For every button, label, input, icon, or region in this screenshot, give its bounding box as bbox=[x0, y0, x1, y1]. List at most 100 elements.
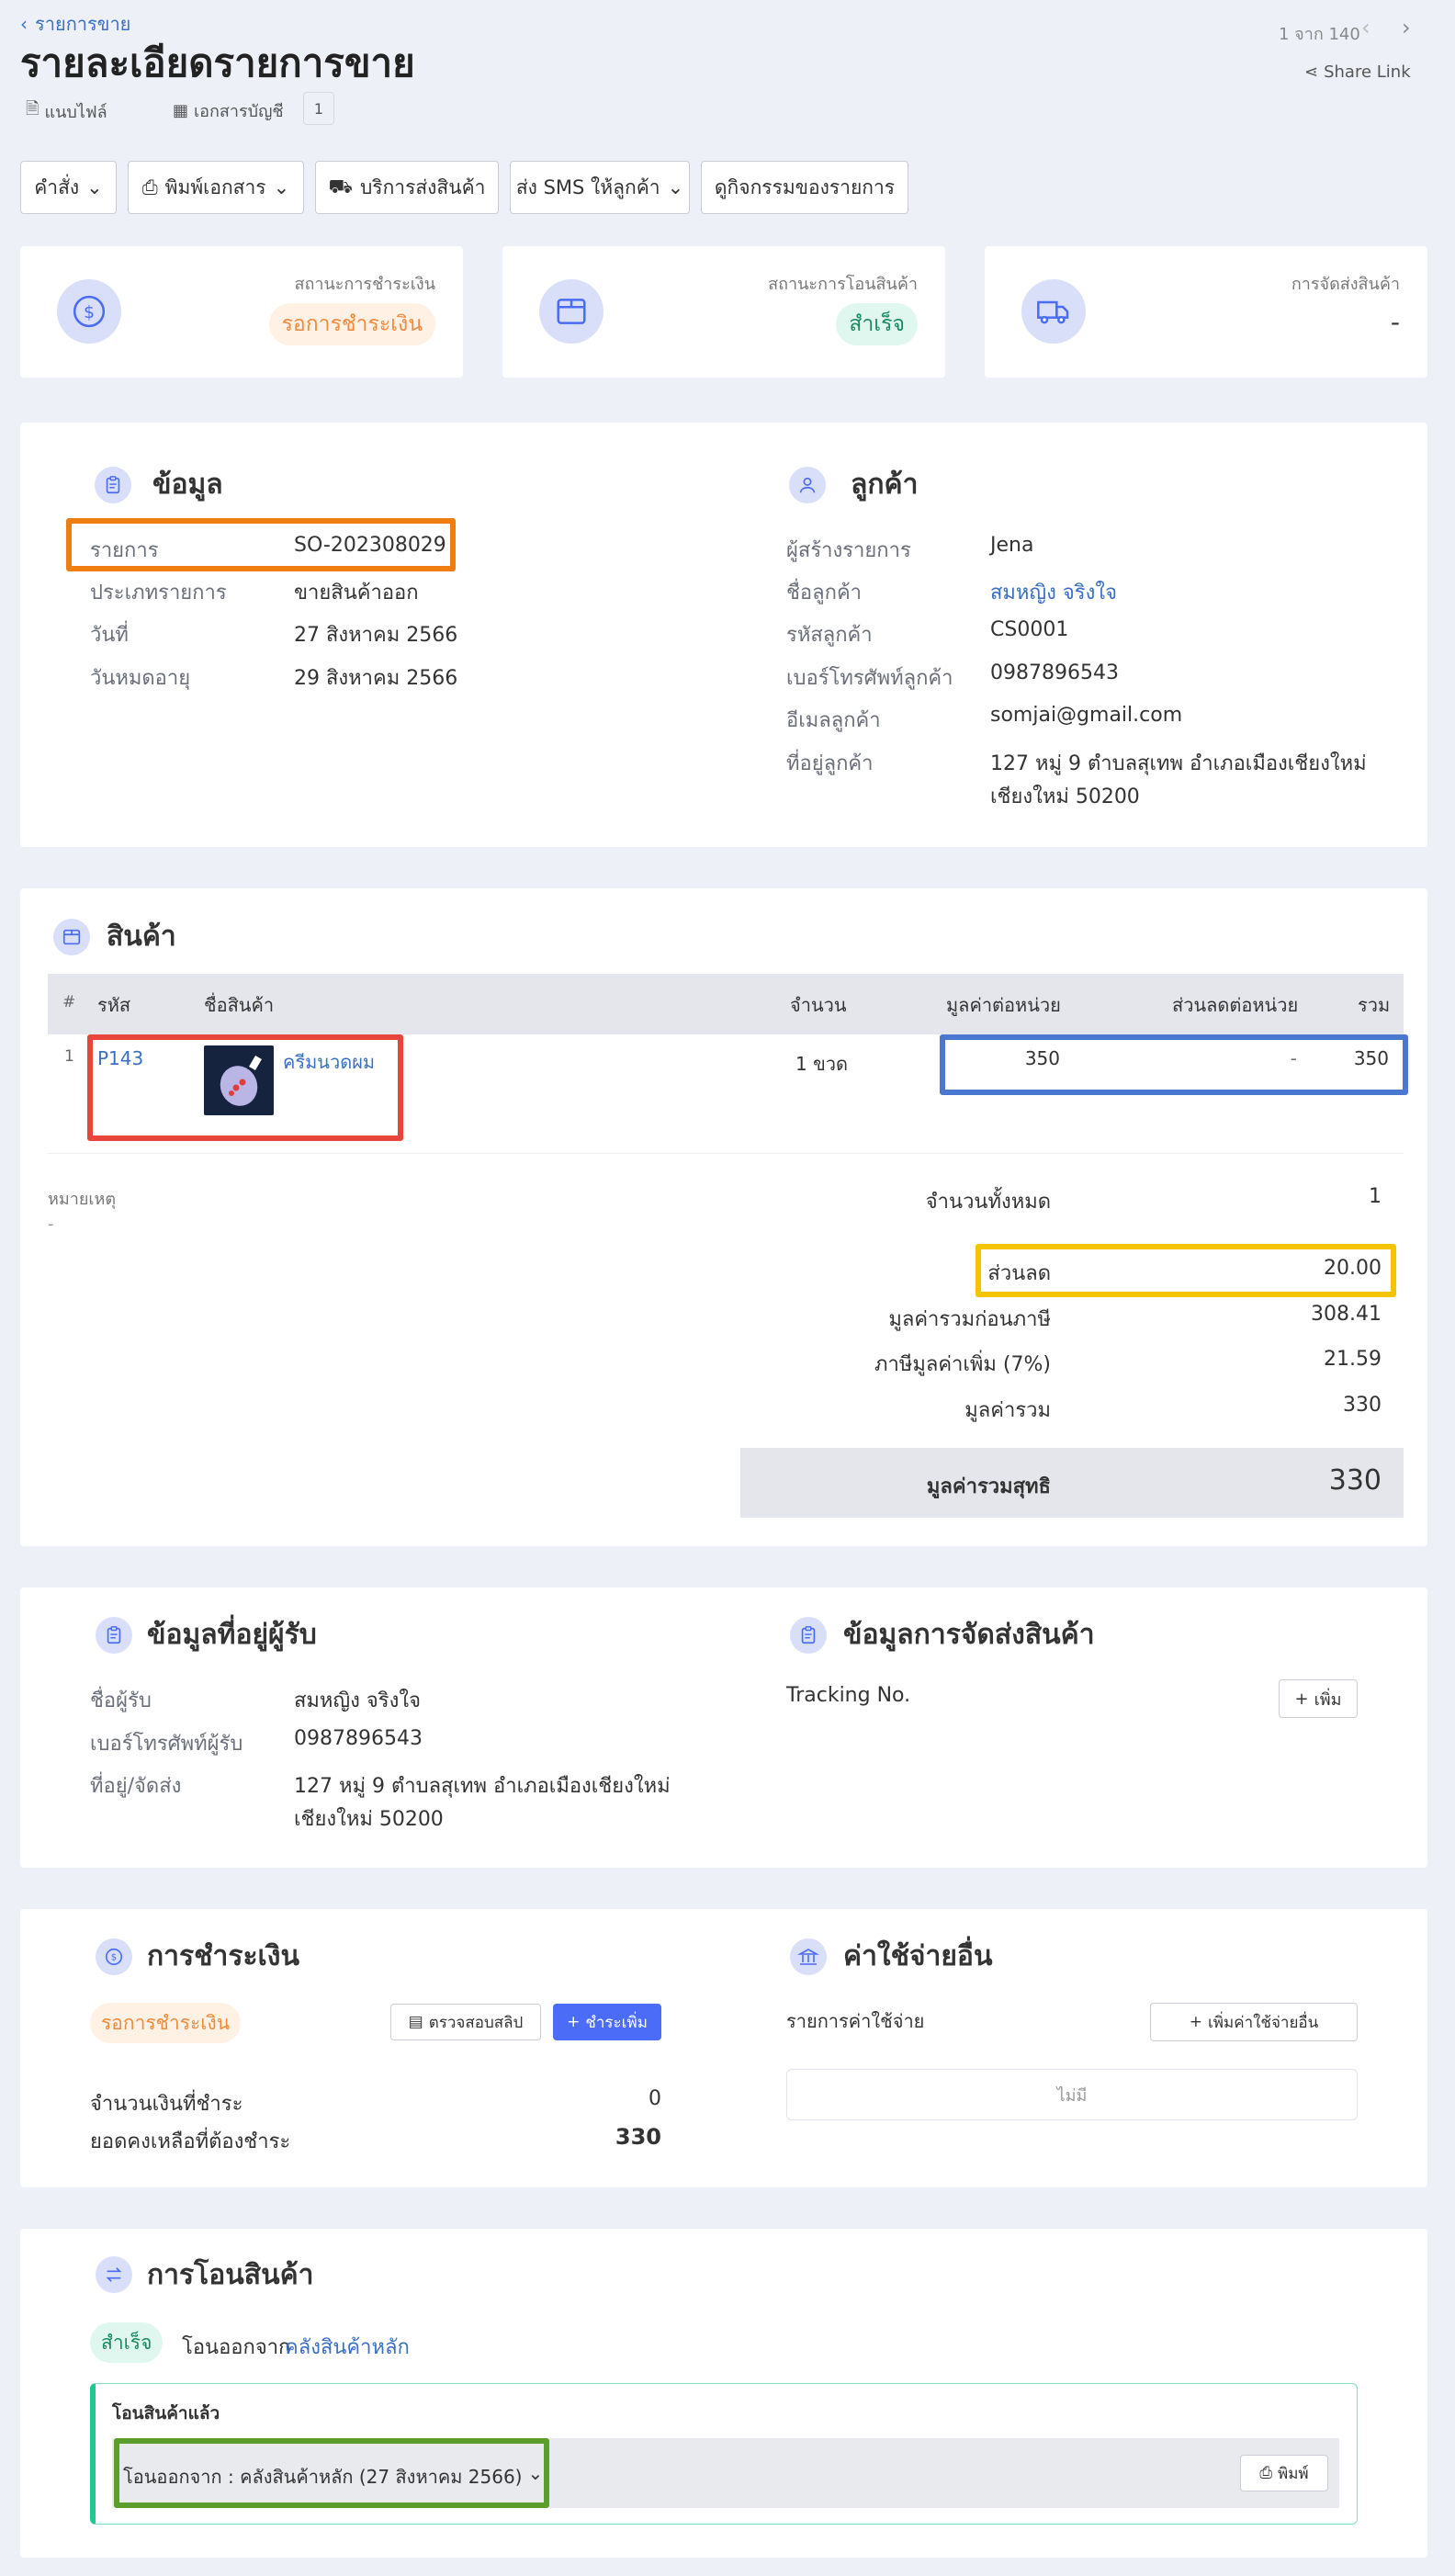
check-slip-button[interactable]: ▤ ตรวจสอบสลิป bbox=[390, 2004, 541, 2040]
summary-vat-label: ภาษีมูลค่าเพิ่ม (7%) bbox=[874, 1353, 1051, 1376]
attach-file-link[interactable]: 🗎 แนบไฟล์ bbox=[26, 97, 107, 125]
transfer-detail-toggle[interactable]: โอนออกจาก : คลังสินค้าหลัก (27 สิงหาคม 2… bbox=[123, 2462, 543, 2491]
info-type-label: ประเภทรายการ bbox=[90, 582, 227, 604]
transfer-status-label: สถานะการโอนสินค้า bbox=[768, 275, 918, 294]
transfer-status-badge-small: สำเร็จ bbox=[90, 2322, 164, 2363]
dollar-icon: $ bbox=[57, 279, 121, 344]
view-activity-button[interactable]: ดูกิจกรรมของรายการ bbox=[701, 161, 908, 214]
svg-text:$: $ bbox=[111, 1953, 117, 1963]
box-icon bbox=[53, 919, 90, 955]
file-icon: 🗎 bbox=[26, 99, 39, 119]
activity-label: ดูกิจกรรมของรายการ bbox=[714, 175, 896, 198]
customer-name-label: ชื่อลูกค้า bbox=[786, 582, 863, 604]
customer-name-link[interactable]: สมหญิง จริงใจ bbox=[990, 576, 1117, 608]
next-page-icon[interactable]: › bbox=[1402, 15, 1411, 40]
payment-status-badge-small: รอการชำระเงิน bbox=[90, 2003, 242, 2043]
plus-icon: + bbox=[567, 2013, 581, 2031]
print-label: พิมพ์เอกสาร bbox=[164, 175, 266, 198]
customer-email-label: อีเมลลูกค้า bbox=[786, 709, 881, 732]
summary-total-value: 330 bbox=[1343, 1394, 1382, 1417]
customer-creator-label: ผู้สร้างรายการ bbox=[786, 539, 911, 562]
info-date-value: 27 สิงหาคม 2566 bbox=[294, 624, 458, 647]
accounting-doc-link[interactable]: ▦ เอกสารบัญชี bbox=[173, 97, 284, 124]
truck-icon: ⛟ bbox=[328, 175, 353, 198]
summary-vat-value: 21.59 bbox=[1324, 1348, 1382, 1371]
summary-total-label: มูลค่ารวม bbox=[964, 1399, 1051, 1422]
summary-pretax-label: มูลค่ารวมก่อนภาษี bbox=[888, 1308, 1051, 1331]
share-link-label: Share Link bbox=[1324, 62, 1411, 82]
col-total: รวม bbox=[1358, 994, 1391, 1016]
expense-list-label: รายการค่าใช้จ่าย bbox=[786, 2010, 925, 2032]
col-code: รหัส bbox=[97, 994, 131, 1016]
plus-icon: + bbox=[1189, 2013, 1202, 2031]
col-index: # bbox=[62, 993, 76, 1011]
note-value: - bbox=[48, 1215, 54, 1234]
info-date-label: วันที่ bbox=[90, 624, 129, 647]
pay-more-button[interactable]: + ชำระเพิ่ม bbox=[553, 2004, 661, 2040]
send-sms-button[interactable]: ส่ง SMS ให้ลูกค้า ⌄ bbox=[510, 161, 690, 214]
expenses-title: ค่าใช้จ่ายอื่น bbox=[843, 1940, 993, 1972]
add-expense-button[interactable]: + เพิ่มค่าใช้จ่ายอื่น bbox=[1150, 2003, 1358, 2041]
row-index: 1 bbox=[64, 1047, 74, 1066]
dollar-icon: $ bbox=[96, 1938, 132, 1975]
shipping-service-button[interactable]: ⛟ บริการส่งสินค้า bbox=[315, 161, 499, 214]
page-title: รายละเอียดรายการขาย bbox=[20, 40, 415, 85]
transfer-status-badge: สำเร็จ bbox=[836, 303, 918, 345]
chevron-left-icon: ‹ bbox=[20, 13, 28, 35]
transfer-detail-text: โอนออกจาก : คลังสินค้าหลัก (27 สิงหาคม 2… bbox=[123, 2466, 523, 2488]
command-dropdown-button[interactable]: คำสั่ง ⌄ bbox=[20, 161, 117, 214]
sms-label: ส่ง SMS ให้ลูกค้า bbox=[515, 175, 660, 198]
customer-address-label: ที่อยู่ลูกค้า bbox=[786, 752, 874, 775]
shipping-status-label: การจัดส่งสินค้า bbox=[1291, 275, 1400, 294]
net-total-value: 330 bbox=[1328, 1464, 1382, 1497]
chevron-down-icon: ⌄ bbox=[86, 176, 103, 198]
check-slip-label: ตรวจสอบสลิป bbox=[428, 2013, 524, 2032]
accounting-doc-label: เอกสารบัญชี bbox=[194, 102, 284, 121]
chevron-down-icon: ⌄ bbox=[273, 176, 290, 198]
add-tracking-button[interactable]: + เพิ่ม bbox=[1279, 1679, 1358, 1718]
transfer-status-card: สถานะการโอนสินค้า สำเร็จ bbox=[502, 246, 945, 378]
product-code-link[interactable]: P143 bbox=[97, 1047, 143, 1069]
info-order-value: SO-202308029 bbox=[294, 534, 446, 557]
customer-creator-value: Jena bbox=[990, 534, 1034, 557]
transfer-title: การโอนสินค้า bbox=[147, 2259, 314, 2291]
customer-email-value: somjai@gmail.com bbox=[990, 704, 1183, 727]
payment-status-badge: รอการชำระเงิน bbox=[268, 303, 435, 345]
expense-empty-text: ไม่มี bbox=[1056, 2085, 1088, 2106]
info-title: ข้อมูล bbox=[152, 469, 223, 501]
shipping-label: บริการส่งสินค้า bbox=[359, 175, 486, 198]
swap-icon bbox=[96, 2256, 132, 2293]
summary-count-value: 1 bbox=[1369, 1185, 1382, 1208]
document-icon: ▤ bbox=[408, 2013, 423, 2031]
info-type-value: ขายสินค้าออก bbox=[294, 582, 419, 604]
customer-title: ลูกค้า bbox=[851, 469, 919, 501]
share-link-button[interactable]: ⋖ Share Link bbox=[1304, 62, 1411, 82]
print-transfer-button[interactable]: ⎙ พิมพ์ bbox=[1240, 2455, 1328, 2491]
recipient-address-line2: เชียงใหม่ 50200 bbox=[294, 1808, 444, 1831]
shipping-status-value: - bbox=[1390, 307, 1400, 337]
pager-text: 1 จาก 140 bbox=[1279, 25, 1360, 44]
customer-phone-value: 0987896543 bbox=[990, 661, 1119, 684]
info-customer-card bbox=[20, 423, 1427, 847]
col-discount: ส่วนลดต่อหน่วย bbox=[1172, 994, 1299, 1016]
tracking-label: Tracking No. bbox=[786, 1684, 911, 1707]
recipient-name-label: ชื่อผู้รับ bbox=[90, 1689, 152, 1712]
payment-status-label: สถานะการชำระเงิน bbox=[294, 275, 435, 294]
recipient-phone-label: เบอร์โทรศัพท์ผู้รับ bbox=[90, 1733, 243, 1756]
warehouse-link[interactable]: คลังสินค้าหลัก bbox=[285, 2331, 410, 2363]
product-image[interactable] bbox=[204, 1045, 274, 1115]
add-tracking-label: เพิ่ม bbox=[1314, 1689, 1342, 1710]
transfer-from-label: โอนออกจาก bbox=[182, 2336, 291, 2359]
product-name-link[interactable]: ครีมนวดผม bbox=[283, 1047, 375, 1077]
printer-icon: ⎙ bbox=[1259, 2464, 1272, 2482]
col-name: ชื่อสินค้า bbox=[204, 994, 275, 1016]
print-document-button[interactable]: ⎙ พิมพ์เอกสาร ⌄ bbox=[128, 161, 304, 214]
net-total-bar bbox=[740, 1448, 1404, 1518]
recipient-address-value: 127 หมู่ 9 ตำบลสุเทพ อำเภอเมืองเชียงใหม่ bbox=[294, 1775, 671, 1798]
prev-page-icon[interactable]: ‹ bbox=[1361, 15, 1370, 40]
shipping-status-card: การจัดส่งสินค้า - bbox=[985, 246, 1427, 378]
payment-title: การชำระเงิน bbox=[147, 1940, 299, 1972]
printer-icon: ⎙ bbox=[141, 175, 158, 198]
customer-code-label: รหัสลูกค้า bbox=[786, 624, 873, 647]
attach-file-label: แนบไฟล์ bbox=[44, 102, 107, 122]
